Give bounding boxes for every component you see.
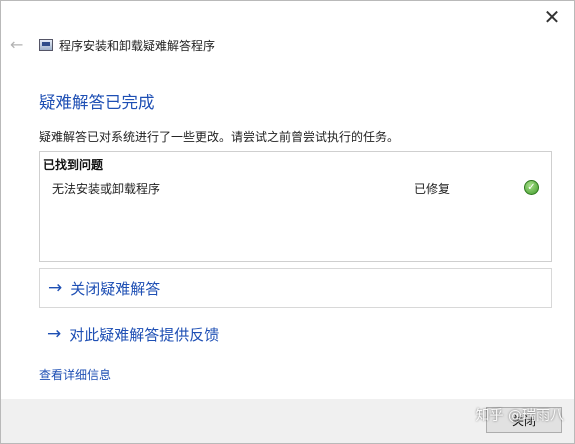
troubleshooter-app-icon <box>39 39 53 51</box>
problems-found-header: 已找到问题 <box>43 158 104 172</box>
arrow-right-icon: → <box>48 277 63 298</box>
window-title: 程序安装和卸载疑难解答程序 <box>59 39 216 53</box>
provide-feedback-label: 对此疑难解答提供反馈 <box>69 325 220 344</box>
back-arrow-icon[interactable]: ← <box>10 37 28 53</box>
close-icon[interactable]: ✕ <box>538 5 566 29</box>
problems-found-panel: 已找到问题 无法安装或卸载程序 已修复 ✓ <box>39 151 552 262</box>
troubleshooter-window: ✕ ← 程序安装和卸载疑难解答程序 疑难解答已完成 疑难解答已对系统进行了一些更… <box>0 0 575 444</box>
provide-feedback-link[interactable]: → 对此疑难解答提供反馈 <box>39 314 552 354</box>
check-circle-icon: ✓ <box>524 180 539 195</box>
page-heading: 疑难解答已完成 <box>39 93 155 112</box>
view-details-link[interactable]: 查看详细信息 <box>39 366 111 383</box>
close-troubleshooter-label: 关闭疑难解答 <box>70 279 161 298</box>
close-troubleshooter-link[interactable]: → 关闭疑难解答 <box>39 268 552 308</box>
arrow-right-icon: → <box>47 323 62 344</box>
problem-status: 已修复 <box>414 182 451 196</box>
problem-name: 无法安装或卸载程序 <box>52 182 161 196</box>
watermark: 知乎 @瑞雨八 <box>475 408 564 424</box>
page-description: 疑难解答已对系统进行了一些更改。请尝试之前曾尝试执行的任务。 <box>39 130 400 144</box>
